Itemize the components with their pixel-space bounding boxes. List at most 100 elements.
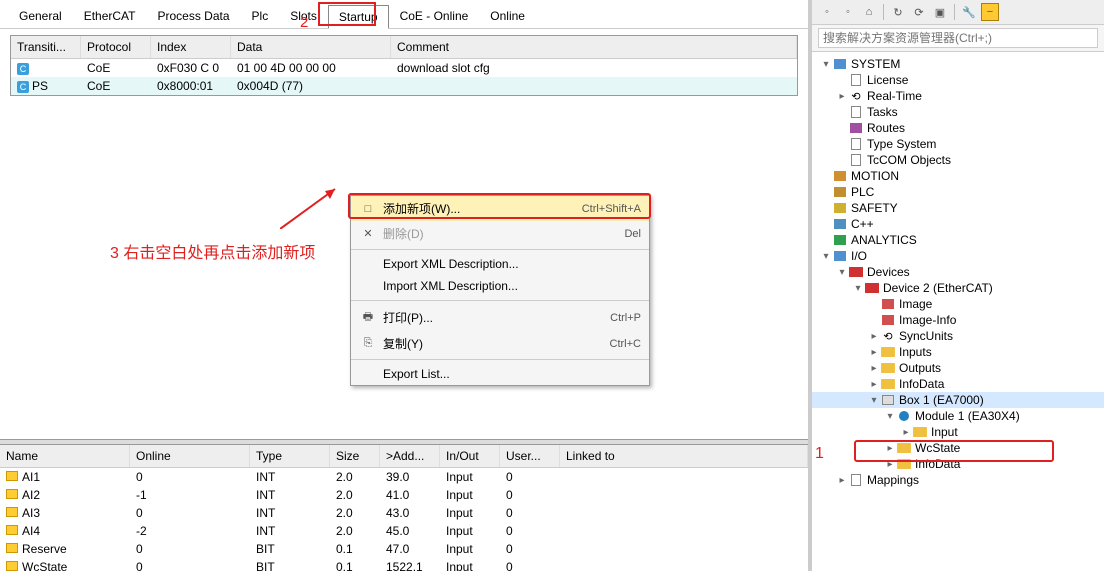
ctx-export-xml-description-[interactable]: Export XML Description... — [351, 253, 649, 275]
tree-plc[interactable]: PLC — [812, 184, 1104, 200]
tree-license[interactable]: License — [812, 72, 1104, 88]
tree-expander[interactable]: ▸ — [884, 459, 896, 470]
tree-label: InfoData — [899, 377, 944, 391]
tree-safety[interactable]: SAFETY — [812, 200, 1104, 216]
tree-input[interactable]: ▸Input — [812, 424, 1104, 440]
tree-real-time[interactable]: ▸⟲Real-Time — [812, 88, 1104, 104]
tree-expander[interactable]: ▾ — [884, 411, 896, 422]
tree-tccom-objects[interactable]: TcCOM Objects — [812, 152, 1104, 168]
grid-row[interactable]: WcState0BIT0.11522.1Input0 — [0, 558, 808, 571]
grid-row[interactable]: AI30INT2.043.0Input0 — [0, 504, 808, 522]
tree-image-info[interactable]: Image-Info — [812, 312, 1104, 328]
col-header[interactable]: Comment — [391, 36, 797, 58]
tree-routes[interactable]: Routes — [812, 120, 1104, 136]
grid-col-header[interactable]: Online — [130, 445, 250, 467]
grid-row[interactable]: AI10INT2.039.0Input0 — [0, 468, 808, 486]
grid-row[interactable]: AI2-1INT2.041.0Input0 — [0, 486, 808, 504]
tree-image[interactable]: Image — [812, 296, 1104, 312]
tree-expander[interactable]: ▸ — [836, 91, 848, 102]
tree-c-[interactable]: C++ — [812, 216, 1104, 232]
tree-expander[interactable]: ▾ — [852, 283, 864, 294]
page-icon — [848, 473, 864, 487]
tree-expander[interactable]: ▸ — [884, 443, 896, 454]
grid-col-header[interactable]: >Add... — [380, 445, 440, 467]
tab-coe---online[interactable]: CoE - Online — [389, 4, 480, 28]
col-header[interactable]: Transiti... — [11, 36, 81, 58]
tree-device-2-ethercat-[interactable]: ▾ Device 2 (EtherCAT) — [812, 280, 1104, 296]
ctx-icon: ⎘ — [359, 337, 377, 350]
tab-ethercat[interactable]: EtherCAT — [73, 4, 147, 28]
tree-expander[interactable]: ▾ — [820, 251, 832, 262]
tree-expander[interactable]: ▸ — [868, 331, 880, 342]
grid-col-header[interactable]: Size — [330, 445, 380, 467]
grid-col-header[interactable]: Linked to — [560, 445, 808, 467]
properties-button[interactable]: − — [981, 3, 999, 21]
tab-plc[interactable]: Plc — [241, 4, 280, 28]
tree-expander[interactable]: ▾ — [836, 267, 848, 278]
tree-type-system[interactable]: Type System — [812, 136, 1104, 152]
tree-expander[interactable]: ▸ — [868, 379, 880, 390]
col-header[interactable]: Data — [231, 36, 391, 58]
ctx--w-[interactable]: □添加新项(W)...Ctrl+Shift+A — [351, 196, 649, 221]
tree-system[interactable]: ▾SYSTEM — [812, 56, 1104, 72]
refresh-button[interactable]: ⟳ — [910, 3, 928, 21]
tab-startup[interactable]: Startup — [328, 5, 389, 29]
sync-button[interactable]: ↻ — [889, 3, 907, 21]
tree-analytics[interactable]: ANALYTICS — [812, 232, 1104, 248]
context-menu: □添加新项(W)...Ctrl+Shift+A✕删除(D)DelExport X… — [350, 195, 650, 386]
startup-row[interactable]: CPSCoE0x8000:010x004D (77) — [11, 77, 797, 95]
tree-label: SyncUnits — [899, 329, 953, 343]
grid-col-header[interactable]: Type — [250, 445, 330, 467]
tab-online[interactable]: Online — [479, 4, 536, 28]
tree-tasks[interactable]: Tasks — [812, 104, 1104, 120]
module-icon — [896, 409, 912, 423]
tree-label: Module 1 (EA30X4) — [915, 409, 1020, 423]
wrench-button[interactable]: 🔧 — [960, 3, 978, 21]
col-header[interactable]: Protocol — [81, 36, 151, 58]
tree-infodata[interactable]: ▸ InfoData — [812, 376, 1104, 392]
img-icon — [880, 313, 896, 327]
tree-expander[interactable]: ▾ — [868, 395, 880, 406]
tree-expander[interactable]: ▸ — [868, 347, 880, 358]
tab-bar: GeneralEtherCATProcess DataPlcSlotsStart… — [0, 0, 808, 29]
home-button[interactable]: ⌂ — [860, 3, 878, 21]
grid-row[interactable]: AI4-2INT2.045.0Input0 — [0, 522, 808, 540]
tree-box-1-ea7000-[interactable]: ▾Box 1 (EA7000) — [812, 392, 1104, 408]
tree-expander[interactable]: ▸ — [868, 363, 880, 374]
tree-wcstate[interactable]: ▸WcState — [812, 440, 1104, 456]
ctx--p-[interactable]: 🖶打印(P)...Ctrl+P — [351, 304, 649, 331]
dev-icon — [864, 281, 880, 295]
tree-outputs[interactable]: ▸Outputs — [812, 360, 1104, 376]
tree-infodata[interactable]: ▸InfoData — [812, 456, 1104, 472]
tree-syncunits[interactable]: ▸⟲SyncUnits — [812, 328, 1104, 344]
tree-label: Device 2 (EtherCAT) — [883, 281, 993, 295]
grid-col-header[interactable]: User... — [500, 445, 560, 467]
grid-col-header[interactable]: In/Out — [440, 445, 500, 467]
tree-expander[interactable]: ▸ — [836, 475, 848, 486]
tab-process-data[interactable]: Process Data — [147, 4, 241, 28]
back-button[interactable]: ◦ — [818, 3, 836, 21]
collapse-button[interactable]: ▣ — [931, 3, 949, 21]
tree-i-o[interactable]: ▾I/O — [812, 248, 1104, 264]
tab-general[interactable]: General — [8, 4, 73, 28]
ctx-export-list-[interactable]: Export List... — [351, 363, 649, 385]
grid-row[interactable]: Reserve0BIT0.147.0Input0 — [0, 540, 808, 558]
ctx--y-[interactable]: ⎘复制(Y)Ctrl+C — [351, 331, 649, 356]
ctx-import-xml-description-[interactable]: Import XML Description... — [351, 275, 649, 297]
grid-col-header[interactable]: Name — [0, 445, 130, 467]
tree-devices[interactable]: ▾Devices — [812, 264, 1104, 280]
tab-slots[interactable]: Slots — [279, 4, 328, 28]
startup-row[interactable]: CCoE0xF030 C 001 00 4D 00 00 00download … — [11, 59, 797, 77]
solution-toolbar: ◦ ◦ ⌂ ↻ ⟳ ▣ 🔧 − — [812, 0, 1104, 25]
safety-icon — [832, 201, 848, 215]
tree-motion[interactable]: MOTION — [812, 168, 1104, 184]
search-input[interactable] — [818, 28, 1098, 48]
tree-module-1-ea30x4-[interactable]: ▾ Module 1 (EA30X4) — [812, 408, 1104, 424]
forward-button[interactable]: ◦ — [839, 3, 857, 21]
variable-grid: NameOnlineTypeSize>Add...In/OutUser...Li… — [0, 445, 808, 571]
col-header[interactable]: Index — [151, 36, 231, 58]
tree-expander[interactable]: ▸ — [900, 427, 912, 438]
tree-inputs[interactable]: ▸Inputs — [812, 344, 1104, 360]
tree-mappings[interactable]: ▸Mappings — [812, 472, 1104, 488]
tree-expander[interactable]: ▾ — [820, 59, 832, 70]
